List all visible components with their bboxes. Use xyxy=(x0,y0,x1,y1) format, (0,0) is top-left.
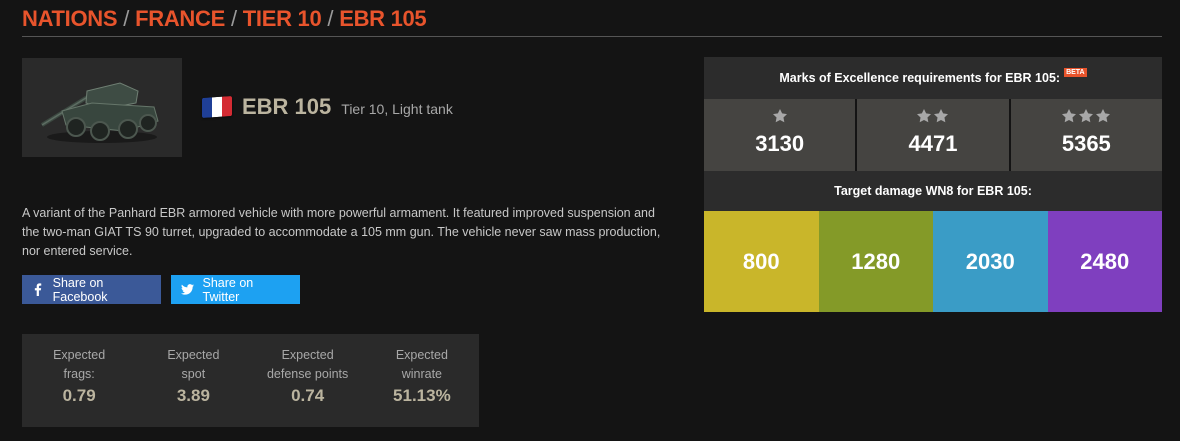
label-line: frags: xyxy=(63,367,95,381)
flag-stripe xyxy=(202,97,212,119)
expected-winrate-label: Expected winrate xyxy=(365,346,479,384)
expected-defense-value: 0.74 xyxy=(291,386,325,405)
moe-mark-3-value: 5365 xyxy=(1061,131,1111,156)
share-twitter-button[interactable]: Share on Twitter xyxy=(171,275,300,304)
breadcrumb-separator: / xyxy=(230,6,237,31)
expected-frags-label: Expected frags: xyxy=(22,346,136,384)
star-icon xyxy=(772,105,788,127)
share-facebook-label: Share on Facebook xyxy=(52,275,108,304)
wn8-target-1: 800 xyxy=(704,211,819,312)
breadcrumb-separator: / xyxy=(123,6,130,31)
vehicle-name: EBR 105 xyxy=(242,94,332,119)
breadcrumb-nations[interactable]: NATIONS xyxy=(22,6,118,31)
wn8-target-2: 1280 xyxy=(818,211,933,312)
moe-title: Marks of Excellence requirements for EBR… xyxy=(779,71,1061,85)
moe-header: Marks of Excellence requirements for EBR… xyxy=(704,57,1162,99)
flag-stripe xyxy=(222,95,232,117)
label-line: defense points xyxy=(266,367,349,381)
expected-spot-value: 3.89 xyxy=(176,386,210,405)
tank-image xyxy=(22,58,182,157)
breadcrumb-vehicle[interactable]: EBR 105 xyxy=(339,6,426,31)
label-line: spot xyxy=(181,367,206,381)
label-line: Expected xyxy=(167,348,220,362)
expected-defense-label: Expected defense points xyxy=(251,346,365,384)
beta-badge: BETA xyxy=(1064,68,1087,77)
vehicle-description: A variant of the Panhard EBR armored veh… xyxy=(22,206,661,258)
vehicle-title: EBR 105 Tier 10, Light tank xyxy=(202,94,453,120)
twitter-icon xyxy=(181,283,195,297)
header-divider xyxy=(22,36,1162,37)
expected-frags-value: 0.79 xyxy=(62,386,96,405)
vehicle-subtitle: Tier 10, Light tank xyxy=(341,101,453,117)
moe-panel: Marks of Excellence requirements for EBR… xyxy=(704,57,1162,312)
wn8-target-3: 2030 xyxy=(933,211,1048,312)
wn8-target-4: 2480 xyxy=(1047,211,1162,312)
breadcrumb-france[interactable]: FRANCE xyxy=(135,6,225,31)
star-icon xyxy=(1061,105,1111,127)
wn8-targets: 800 1280 2030 2480 xyxy=(704,211,1162,312)
expected-winrate-value: 51.13% xyxy=(393,386,451,405)
expected-spot-label: Expected spot xyxy=(136,346,250,384)
label-line: winrate xyxy=(401,367,443,381)
expected-winrate: Expected winrate 51.13% xyxy=(365,346,479,427)
label-line: Expected xyxy=(281,348,334,362)
moe-marks: 3130 4471 5365 xyxy=(704,99,1162,171)
breadcrumb-separator: / xyxy=(327,6,334,31)
moe-mark-1: 3130 xyxy=(704,99,856,171)
expected-stats: Expected frags: 0.79 Expected spot 3.89 Ex… xyxy=(22,334,479,427)
tank-image-icon xyxy=(40,81,159,143)
wn8-title: Target damage WN8 for EBR 105: xyxy=(834,184,1032,198)
flag-stripe xyxy=(212,96,222,118)
facebook-icon xyxy=(32,283,45,297)
breadcrumb: NATIONS / FRANCE / TIER 10/EBR 105 xyxy=(22,6,427,32)
moe-mark-2: 4471 xyxy=(857,99,1009,171)
expected-frags: Expected frags: 0.79 xyxy=(22,346,136,427)
label-line: Expected xyxy=(395,348,448,362)
moe-mark-1-value: 3130 xyxy=(755,131,805,156)
star-icon xyxy=(916,105,949,127)
breadcrumb-tier[interactable]: TIER 10 xyxy=(243,6,322,31)
expected-defense: Expected defense points 0.74 xyxy=(251,346,365,427)
wn8-header: Target damage WN8 for EBR 105: xyxy=(704,171,1162,211)
moe-mark-3: 5365 xyxy=(1010,99,1162,171)
expected-spot: Expected spot 3.89 xyxy=(136,346,250,427)
label-line: Expected xyxy=(53,348,106,362)
share-twitter-label: Share on Twitter xyxy=(202,275,254,304)
moe-mark-2-value: 4471 xyxy=(908,131,958,156)
share-facebook-button[interactable]: Share on Facebook xyxy=(22,275,161,304)
france-flag-icon xyxy=(202,95,232,119)
